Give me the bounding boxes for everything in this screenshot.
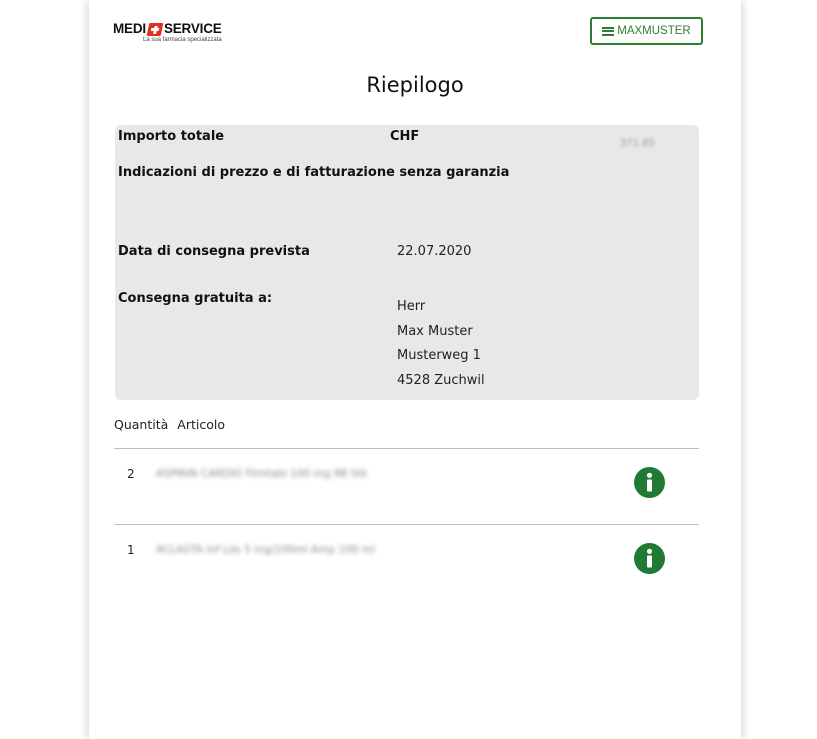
user-menu-button[interactable]: MAXMUSTER <box>590 17 703 45</box>
info-icon <box>646 548 653 568</box>
user-menu-label: MAXMUSTER <box>617 25 691 37</box>
address-name: Max Muster <box>397 323 473 339</box>
item-article-name: ASPIRIN CARDIO Filmtabl 100 mg 98 Stk <box>156 468 368 480</box>
page-title: Riepilogo <box>366 73 464 97</box>
delivery-date-value: 22.07.2020 <box>397 244 472 259</box>
logo-text-left: MEDI <box>113 21 146 36</box>
total-amount-value: 371.85 <box>620 138 655 149</box>
list-divider <box>114 524 699 525</box>
item-article-name: ACLASTA Inf Lös 5 mg/100ml Amp 100 ml <box>156 544 375 556</box>
info-button[interactable] <box>634 543 665 574</box>
currency-label: CHF <box>390 129 420 144</box>
list-item: 2 ASPIRIN CARDIO Filmtabl 100 mg 98 Stk <box>114 467 699 527</box>
article-list-header: Quantità Articolo <box>114 417 225 432</box>
page-container: MEDI SERVICE La sua farmacia specializza… <box>89 0 741 739</box>
info-icon <box>646 472 653 492</box>
order-summary-box: Importo totale CHF 371.85 Indicazioni di… <box>115 125 699 400</box>
shipping-address: Herr Max Muster Musterweg 1 4528 Zuchwil <box>397 295 485 393</box>
column-quantity: Quantità <box>114 417 169 432</box>
menu-icon <box>602 26 615 36</box>
column-article: Articolo <box>177 417 225 432</box>
medi-service-logo[interactable]: MEDI SERVICE La sua farmacia specializza… <box>113 22 233 52</box>
item-quantity: 2 <box>127 467 135 481</box>
shipping-address-label: Consegna gratuita a: <box>118 291 273 306</box>
swiss-cross-icon <box>146 22 164 36</box>
info-button[interactable] <box>634 467 665 498</box>
logo-text-right: SERVICE <box>163 21 222 36</box>
address-street: Musterweg 1 <box>397 348 481 363</box>
item-quantity: 1 <box>127 543 135 557</box>
address-city: 4528 Zuchwil <box>397 372 485 388</box>
logo-tagline: La sua farmacia specializzata <box>143 37 222 43</box>
total-amount-label: Importo totale <box>118 129 225 144</box>
logo-wordmark: MEDI SERVICE <box>113 22 233 36</box>
price-disclaimer: Indicazioni di prezzo e di fatturazione … <box>118 165 510 180</box>
delivery-date-label: Data di consegna prevista <box>118 244 310 259</box>
list-divider <box>114 448 699 449</box>
list-item: 1 ACLASTA Inf Lös 5 mg/100ml Amp 100 ml <box>114 543 699 603</box>
address-salutation: Herr <box>397 299 426 314</box>
